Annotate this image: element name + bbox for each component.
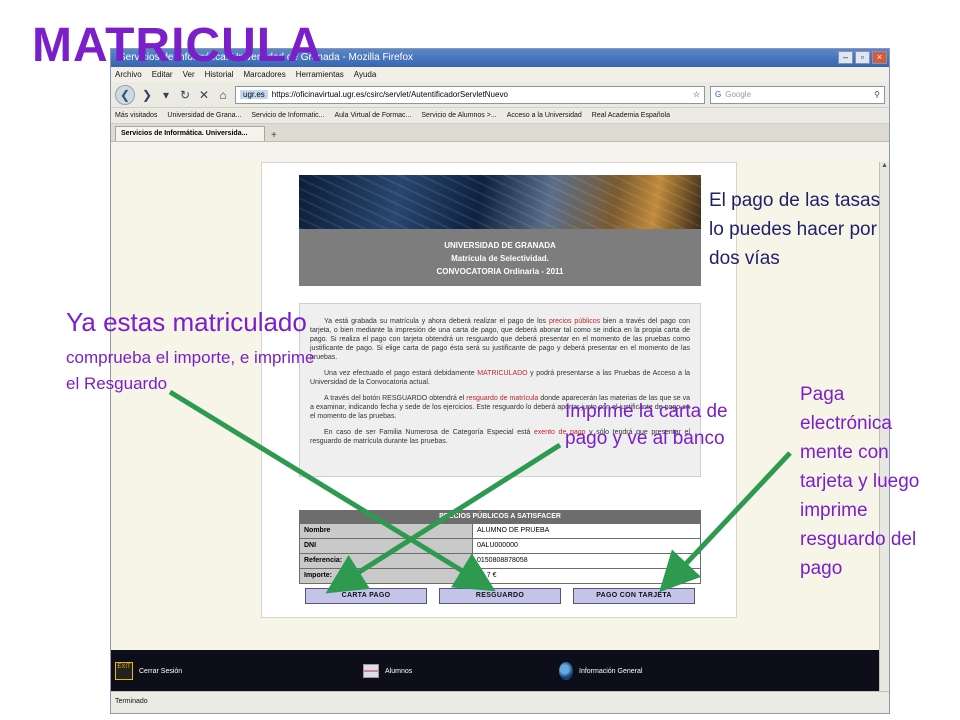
bookmark-item[interactable]: Acceso a la Universidad — [507, 112, 582, 119]
info-text: A través del botón RESGUARDO obtendrá el — [324, 395, 467, 402]
home-icon[interactable]: ⌂ — [216, 88, 230, 102]
row-value: 0ALU000000 — [473, 539, 700, 553]
row-label: Referencia: — [300, 554, 473, 568]
maximize-icon[interactable]: ▫ — [855, 51, 870, 64]
page-header: UNIVERSIDAD DE GRANADA Matrícula de Sele… — [299, 229, 701, 286]
table-row: Referencia: 0150808878058 — [300, 553, 700, 568]
annotation-two-ways: El pago de las tasas lo puedes hacer por… — [709, 190, 881, 269]
search-icon[interactable]: ⚲ — [874, 90, 880, 99]
history-dropdown-icon[interactable]: ▾ — [159, 88, 173, 102]
logout-label: Cerrar Sesión — [139, 667, 183, 675]
general-info-link[interactable]: Información General — [559, 662, 642, 680]
address-url: https://oficinavirtual.ugr.es/csirc/serv… — [271, 90, 508, 99]
bookmark-item[interactable]: Aula Virtual de Formac... — [334, 112, 411, 119]
resguardo-matricula-link[interactable]: resguardo de matrícula — [466, 395, 538, 402]
info-text: En caso de ser Familia Numerosa de Categ… — [324, 429, 534, 436]
prices-table: PRECIOS PÚBLICOS A SATISFACER Nombre ALU… — [299, 510, 701, 584]
scroll-up-icon[interactable]: ▲ — [880, 162, 889, 172]
row-value: ALUMNO DE PRUEBA — [473, 524, 700, 538]
students-label: Alumnos — [385, 667, 413, 675]
navigation-toolbar: ❮ ❯ ▾ ↻ ✕ ⌂ ugr.es https://oficinavirtua… — [111, 82, 889, 108]
bookmarks-bar: Más visitados Universidad de Grana... Se… — [111, 108, 889, 124]
stop-icon[interactable]: ✕ — [197, 88, 211, 102]
header-call: CONVOCATORIA Ordinaria - 2011 — [436, 267, 564, 276]
header-university: UNIVERSIDAD DE GRANADA — [444, 241, 556, 250]
precios-publicos-link[interactable]: precios públicos — [549, 318, 600, 325]
resguardo-button[interactable]: RESGUARDO — [439, 588, 561, 604]
bookmark-item[interactable]: Universidad de Grana... — [167, 112, 241, 119]
minimize-icon[interactable]: – — [838, 51, 853, 64]
table-row: DNI 0ALU000000 — [300, 538, 700, 553]
row-value: 0150808878058 — [473, 554, 700, 568]
exit-badge-text: EXIT — [117, 664, 131, 670]
tab-strip: Servicios de Informática. Universida... … — [111, 124, 889, 142]
annotation-enrolled-title: Ya estas matriculado — [66, 307, 307, 337]
carta-pago-button[interactable]: CARTA PAGO — [305, 588, 427, 604]
site-identity[interactable]: ugr.es — [240, 90, 268, 99]
slide-title: MATRICULA — [32, 19, 323, 72]
prices-table-title: PRECIOS PÚBLICOS A SATISFACER — [300, 511, 700, 523]
app-footer-bar: EXIT Cerrar Sesión Alumnos Información G… — [111, 650, 881, 692]
payment-actions: CARTA PAGO RESGUARDO PAGO CON TARJETA — [305, 588, 705, 604]
university-banner-image — [299, 175, 701, 229]
row-label: DNI — [300, 539, 473, 553]
matriculado-link[interactable]: MATRICULADO — [477, 370, 527, 377]
menu-ayuda[interactable]: Ayuda — [354, 70, 377, 82]
annotation-enrolled-detail: comprueba el importe, e imprime el Resgu… — [66, 348, 315, 393]
status-bar: Terminado — [111, 691, 889, 713]
info-paragraph: Una vez efectuado el pago estará debidam… — [310, 369, 690, 387]
tab-servicios-informatica[interactable]: Servicios de Informática. Universida... — [115, 126, 265, 141]
reload-icon[interactable]: ↻ — [178, 88, 192, 102]
bookmark-item[interactable]: Real Academia Española — [592, 112, 670, 119]
info-paragraph: Ya está grabada su matrícula y ahora deb… — [310, 317, 690, 362]
back-arrow-icon[interactable]: ❮ — [115, 84, 135, 105]
info-text: Ya está grabada su matrícula y ahora deb… — [324, 318, 549, 325]
info-ear-icon — [559, 662, 573, 680]
logout-link[interactable]: EXIT Cerrar Sesión — [115, 662, 182, 680]
enrollment-panel: UNIVERSIDAD DE GRANADA Matrícula de Sele… — [261, 162, 737, 618]
header-enrollment: Matrícula de Selectividad. — [451, 254, 549, 263]
bookmark-star-icon[interactable]: ☆ — [693, 90, 700, 99]
table-row: Importe: 54.7 € — [300, 568, 700, 583]
annotation-pay-card: Paga electrónica mente con tarjeta y lue… — [800, 384, 920, 579]
address-bar[interactable]: ugr.es https://oficinavirtual.ugr.es/csi… — [235, 85, 705, 104]
row-label: Importe: — [300, 569, 473, 583]
bookmark-item[interactable]: Servicio de Alumnos >... — [421, 112, 496, 119]
new-tab-icon[interactable]: + — [271, 130, 277, 141]
table-row: Nombre ALUMNO DE PRUEBA — [300, 523, 700, 538]
annotation-print-letter: Imprime la carta de pago y ve al banco — [565, 401, 728, 449]
pago-tarjeta-button[interactable]: PAGO CON TARJETA — [573, 588, 695, 604]
bookmark-item[interactable]: Servicio de Informatic... — [251, 112, 324, 119]
row-label: Nombre — [300, 524, 473, 538]
users-icon — [363, 664, 379, 678]
exit-icon: EXIT — [115, 662, 133, 680]
bookmark-item[interactable]: Más visitados — [115, 112, 157, 119]
search-engine-icon[interactable]: G — [715, 90, 721, 99]
search-box[interactable]: G Google ⚲ — [710, 85, 885, 104]
forward-arrow-icon[interactable]: ❯ — [140, 88, 154, 102]
search-placeholder: Google — [725, 90, 752, 99]
general-info-label: Información General — [579, 667, 643, 675]
info-text: Una vez efectuado el pago estará debidam… — [324, 370, 478, 377]
row-value: 54.7 € — [473, 569, 700, 583]
students-link[interactable]: Alumnos — [363, 664, 412, 678]
close-icon[interactable]: × — [872, 51, 887, 64]
